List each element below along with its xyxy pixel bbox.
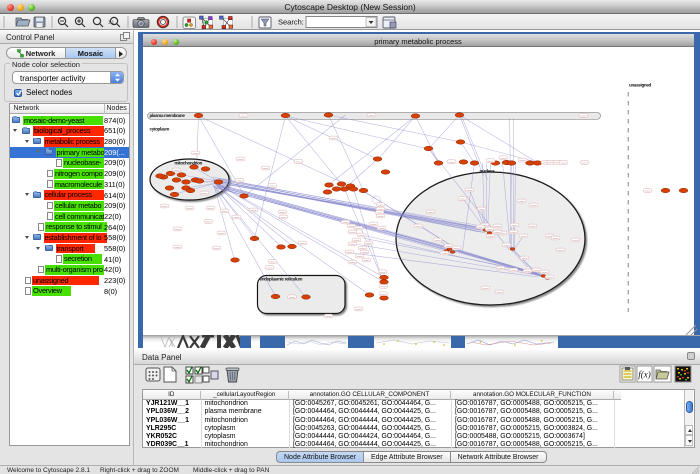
svg-text:cytoplasm: cytoplasm bbox=[149, 127, 169, 132]
svg-text:1:1: 1:1 bbox=[108, 19, 115, 24]
svg-text:Search:: Search: bbox=[278, 18, 304, 27]
svg-text:plasma membrane: plasma membrane bbox=[149, 113, 185, 118]
svg-text:unassigned: unassigned bbox=[629, 83, 652, 88]
svg-text:endoplasmic reticulum: endoplasmic reticulum bbox=[259, 277, 302, 282]
svg-text:f(x): f(x) bbox=[638, 370, 651, 380]
svg-text:nucleus: nucleus bbox=[479, 169, 495, 174]
svg-text:mitochondrion: mitochondrion bbox=[174, 161, 202, 166]
